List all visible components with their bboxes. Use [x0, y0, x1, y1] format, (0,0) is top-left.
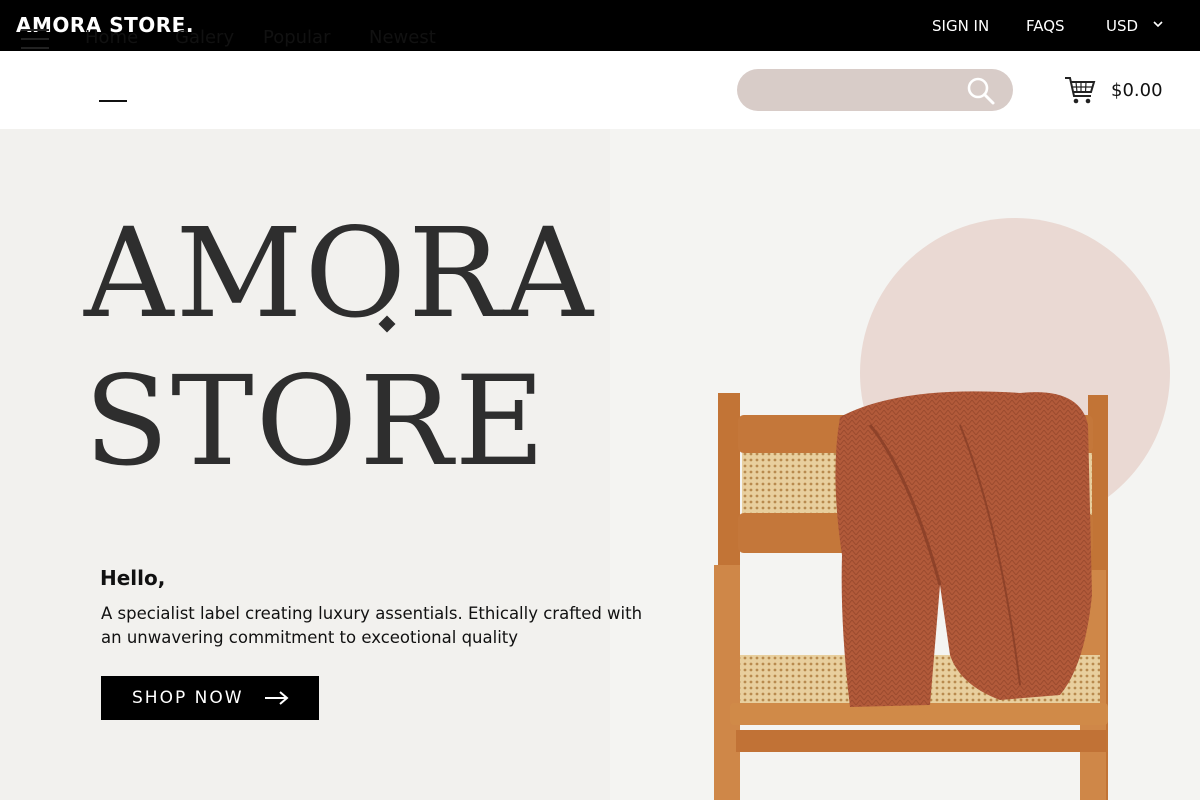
chevron-down-icon — [1153, 21, 1163, 28]
hamburger-icon[interactable] — [21, 29, 49, 49]
hero-greeting: Hello, — [100, 566, 166, 590]
nav-item-galery[interactable]: Galery — [175, 27, 234, 48]
cart-total[interactable]: $0.00 — [1111, 80, 1163, 101]
faqs-link[interactable]: FAQS — [1026, 17, 1065, 35]
hero-description: A specialist label creating luxury assen… — [101, 604, 643, 647]
search-icon[interactable] — [966, 76, 996, 106]
nav-item-popular[interactable]: Popular — [263, 27, 331, 48]
chair-with-knit-throw-image — [714, 391, 1108, 800]
arrow-right-icon — [265, 691, 289, 705]
currency-label: USD — [1106, 17, 1139, 35]
search-input[interactable] — [755, 79, 955, 101]
hero-title-line-2: STORE — [84, 350, 548, 494]
sign-in-link[interactable]: SIGN IN — [932, 17, 989, 35]
nav-item-home[interactable]: Home — [85, 27, 138, 48]
main-nav — [0, 51, 1200, 129]
shop-now-button[interactable]: SHOP NOW — [101, 676, 319, 720]
hero-title-line-1: AMORA — [84, 202, 596, 346]
nav-item-newest[interactable]: Newest — [369, 27, 436, 48]
active-nav-indicator — [99, 100, 127, 102]
shop-now-label: SHOP NOW — [132, 688, 244, 708]
cart-icon[interactable] — [1064, 74, 1096, 106]
currency-selector[interactable]: USD — [1106, 17, 1163, 35]
